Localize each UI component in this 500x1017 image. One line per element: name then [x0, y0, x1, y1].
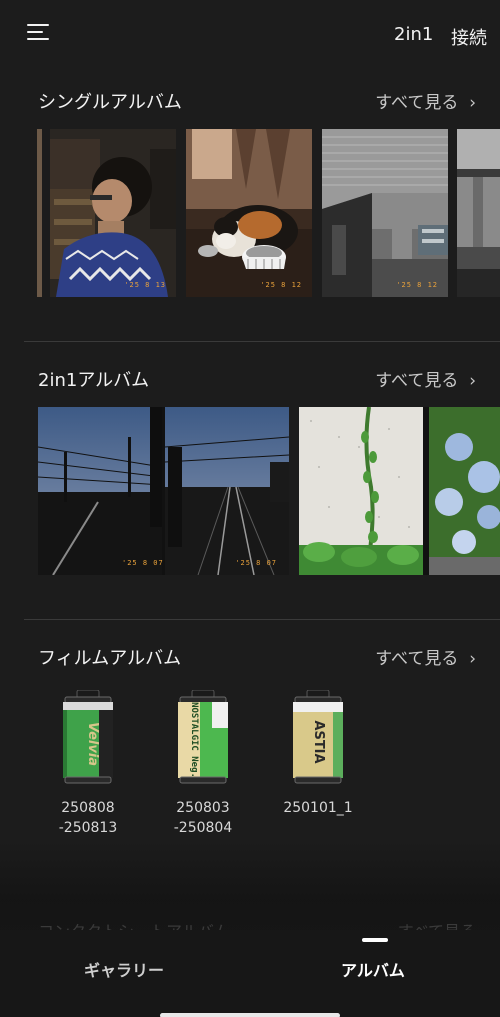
film-roll-date-label: 250803 -250804: [173, 800, 233, 836]
svg-text:ASTIA: ASTIA: [311, 720, 326, 763]
hamburger-menu-icon[interactable]: [27, 23, 51, 43]
date-stamp: '25 8 12: [396, 281, 438, 289]
chevron-right-icon: ›: [463, 371, 476, 391]
photo-thumbnail[interactable]: [457, 129, 500, 297]
section-title: シングルアルバム: [38, 92, 182, 113]
chevron-right-icon: ›: [463, 93, 476, 113]
see-all-button[interactable]: すべて見る ›: [375, 644, 476, 669]
twoinone-album-strip[interactable]: '25 8 07 '25 8 07: [0, 407, 500, 575]
photo-thumbnail[interactable]: '25 8 07 '25 8 07: [38, 407, 289, 575]
film-roll-date-label: 250808 -250813: [58, 800, 118, 836]
film-roll-item[interactable]: Velvia 250808 -250813: [43, 689, 133, 838]
section-header: シングルアルバム すべて見る ›: [38, 88, 476, 116]
highway-pillar-photo: [457, 129, 500, 297]
date-stamp: '25 8 13: [124, 281, 166, 289]
top-bar: 2in1 接続: [0, 0, 500, 66]
film-canister-icon: ASTIA: [289, 689, 347, 788]
mode-2in1-button[interactable]: 2in1: [394, 24, 433, 45]
film-canister-icon: NOSTALGIC Neg.: [174, 689, 232, 788]
svg-text:NOSTALGIC Neg.: NOSTALGIC Neg.: [189, 702, 199, 778]
calico-cat-photo: [186, 129, 312, 297]
section-header: 2in1アルバム すべて見る ›: [38, 366, 476, 394]
see-all-label: すべて見る: [375, 371, 459, 391]
film-roll-item[interactable]: ASTIA 250101_1: [273, 689, 363, 818]
home-indicator[interactable]: [160, 1013, 340, 1017]
railway-dusk-photo: [38, 407, 289, 575]
section-title: フィルムアルバム: [38, 648, 182, 669]
film-roll-item[interactable]: NOSTALGIC Neg. 250803 -250804: [158, 689, 248, 838]
connect-button[interactable]: 接続: [451, 24, 487, 50]
ivy-wall-photo: [299, 407, 500, 575]
section-divider: [24, 619, 500, 620]
see-all-label: すべて見る: [375, 649, 459, 669]
tab-gallery[interactable]: ギャラリー: [84, 957, 164, 981]
photo-thumbnail[interactable]: '25 8 13: [50, 129, 176, 297]
date-stamp: '25 8 07: [235, 559, 277, 567]
film-canister-icon: Velvia: [59, 689, 117, 788]
section-title: 2in1アルバム: [38, 370, 150, 391]
see-all-button[interactable]: すべて見る ›: [375, 366, 476, 391]
svg-text:Velvia: Velvia: [85, 722, 100, 766]
single-album-strip[interactable]: '25 8 13 '25 8 12 '25 8 12: [0, 129, 500, 297]
see-all-label: すべて見る: [375, 93, 459, 113]
concrete-ceiling-photo: [322, 129, 448, 297]
date-stamp: '25 8 07: [122, 559, 164, 567]
photo-thumbnail[interactable]: [299, 407, 500, 575]
photo-thumbnail[interactable]: '25 8 12: [186, 129, 312, 297]
see-all-button[interactable]: すべて見る ›: [375, 88, 476, 113]
active-tab-indicator: [362, 938, 388, 942]
section-divider: [24, 341, 500, 342]
bottom-tab-bar: ギャラリー アルバム: [0, 930, 500, 1017]
portrait-person-photo: [50, 129, 176, 297]
photo-thumbnail-edge[interactable]: [37, 129, 42, 297]
section-header: フィルムアルバム すべて見る ›: [38, 644, 476, 672]
chevron-right-icon: ›: [463, 649, 476, 669]
photo-thumbnail[interactable]: '25 8 12: [322, 129, 448, 297]
film-roll-date-label: 250101_1: [283, 800, 353, 816]
date-stamp: '25 8 12: [260, 281, 302, 289]
tab-album[interactable]: アルバム: [341, 957, 405, 981]
